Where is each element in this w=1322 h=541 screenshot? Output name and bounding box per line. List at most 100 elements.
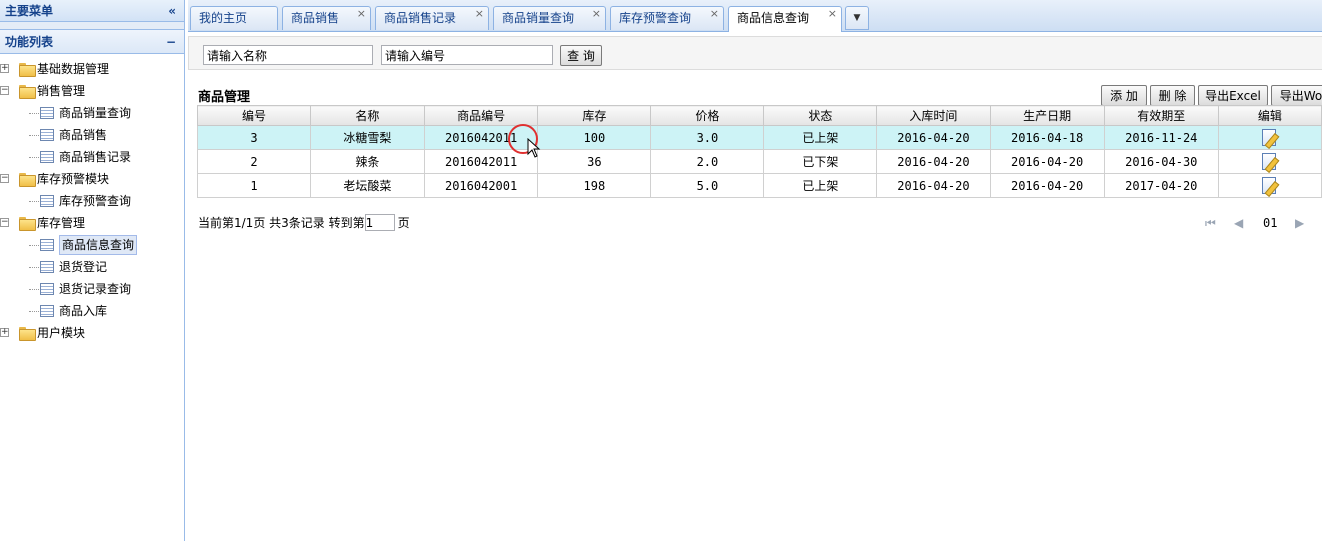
page-icon [40, 283, 54, 295]
sidebar-item-label: 退货登记 [59, 260, 108, 274]
delete-button[interactable]: 删 除 [1150, 85, 1195, 106]
column-header[interactable]: 名称 [309, 105, 425, 126]
prev-page-icon[interactable]: ◀ [1234, 216, 1243, 230]
page-icon [40, 129, 54, 141]
page-jump-input[interactable] [364, 214, 395, 231]
close-icon[interactable]: × [592, 3, 601, 25]
column-header[interactable]: 编号 [197, 105, 311, 126]
sidebar-item-label: 商品销售记录 [59, 150, 132, 164]
export-word-button[interactable]: 导出Wo [1271, 85, 1322, 106]
product-grid: 编号 名称 商品编号 库存 价格 状态 入库时间 生产日期 有效期至 编辑 3 冰糖雪梨 201604… [197, 105, 1322, 198]
tab[interactable]: 商品信息查询 × [728, 6, 842, 32]
sidebar-item[interactable]: − 库存预警模块 [0, 168, 184, 190]
sidebar-item[interactable]: + 用户模块 [0, 322, 184, 344]
column-header[interactable]: 状态 [763, 105, 878, 126]
column-header[interactable]: 库存 [537, 105, 652, 126]
edit-icon[interactable] [1261, 153, 1278, 170]
sidebar-item[interactable]: 商品销售 [0, 124, 184, 146]
tree-connector [29, 311, 39, 312]
expand-toggle-icon[interactable]: + [0, 64, 9, 73]
tab-bar: 我的主页 商品销售 × 商品销售记录 × 商品销量查询 × 库存预警查询 × 商品信息查询 × ▼ [188, 0, 1322, 32]
column-header[interactable]: 价格 [650, 105, 765, 126]
table-row[interactable]: 2 辣条 2016042011 36 2.0 已下架 2016-04-20 2016-04-2… [197, 149, 1322, 174]
tab[interactable]: 我的主页 [190, 6, 278, 30]
pager-info: 当前第1/1页 共3条记录 转到第 页 [198, 214, 410, 232]
tab[interactable]: 商品销售 × [282, 6, 371, 30]
sidebar-item-label: 退货记录查询 [59, 282, 132, 296]
search-bar: 查 询 [188, 36, 1322, 70]
sidebar-item-label: 基础数据管理 [37, 62, 110, 76]
add-button[interactable]: 添 加 [1101, 85, 1147, 106]
sidebar-item-label: 商品销量查询 [59, 106, 132, 120]
sidebar-item[interactable]: 退货记录查询 [0, 278, 184, 300]
sidebar-item[interactable]: 商品入库 [0, 300, 184, 322]
table-cell: 2016-04-20 [989, 149, 1105, 174]
close-icon[interactable]: × [710, 3, 719, 25]
sidebar-item[interactable]: 商品销售记录 [0, 146, 184, 168]
close-icon[interactable]: × [357, 3, 366, 25]
folder-icon [19, 217, 36, 231]
code-search-input[interactable] [381, 45, 553, 65]
sidebar-item[interactable]: − 销售管理 [0, 80, 184, 102]
page-icon [40, 151, 54, 163]
column-header[interactable]: 生产日期 [989, 105, 1105, 126]
sidebar-item-label: 库存预警模块 [37, 172, 110, 186]
sidebar-item[interactable]: + 基础数据管理 [0, 58, 184, 80]
collapse-toggle-icon[interactable]: − [0, 218, 9, 227]
edit-icon[interactable] [1261, 129, 1278, 146]
table-row[interactable]: 1 老坛酸菜 2016042001 198 5.0 已上架 2016-04-20 2016-0… [197, 173, 1322, 198]
grid-title: 商品管理 [198, 90, 251, 105]
table-cell: 2016-11-24 [1103, 125, 1219, 150]
table-cell: 100 [537, 125, 652, 150]
sidebar-item[interactable]: 退货登记 [0, 256, 184, 278]
table-cell: 已下架 [763, 149, 878, 174]
main-content: 我的主页 商品销售 × 商品销售记录 × 商品销量查询 × 库存预警查询 × 商品信息查询 × ▼ 查… [188, 0, 1322, 541]
close-icon[interactable]: × [475, 3, 484, 25]
tab-label: 商品销售记录 [384, 11, 457, 25]
folder-icon [19, 173, 36, 187]
table-cell: 3.0 [650, 125, 765, 150]
table-row[interactable]: 3 冰糖雪梨 2016042011 100 3.0 已上架 2016-04-20 2016-0… [197, 125, 1322, 150]
pager-text-after: 页 [397, 216, 410, 230]
column-header[interactable]: 入库时间 [876, 105, 991, 126]
tab[interactable]: 商品销量查询 × [493, 6, 606, 30]
edit-icon[interactable] [1261, 177, 1278, 194]
tab-menu-dropdown-icon[interactable]: ▼ [845, 6, 869, 30]
column-header[interactable]: 有效期至 [1103, 105, 1219, 126]
sidebar-item-label: 用户模块 [37, 326, 86, 340]
left-menu-panel: 主要菜单 « 功能列表 − + 基础数据管理 − 销售管理 商品销量查询 商品销售 商品销售… [0, 0, 185, 541]
edit-cell [1217, 149, 1322, 174]
tab[interactable]: 商品销售记录 × [375, 6, 489, 30]
next-page-icon[interactable]: ▶ [1295, 216, 1304, 230]
tab-label: 我的主页 [199, 11, 248, 25]
page-icon [40, 305, 54, 317]
sidebar-item[interactable]: 库存预警查询 [0, 190, 184, 212]
folder-icon [19, 327, 36, 341]
collapse-toggle-icon[interactable]: − [0, 86, 9, 95]
current-page-number: 01 [1263, 216, 1278, 230]
edit-cell [1217, 173, 1322, 198]
export-excel-button[interactable]: 导出Excel [1198, 85, 1268, 106]
tab[interactable]: 库存预警查询 × [610, 6, 724, 30]
tree-connector [29, 245, 39, 246]
table-cell: 1 [197, 173, 311, 198]
table-cell: 5.0 [650, 173, 765, 198]
close-icon[interactable]: × [828, 3, 837, 25]
folder-icon [19, 63, 36, 77]
minimize-icon[interactable]: − [166, 30, 176, 54]
collapse-toggle-icon[interactable]: − [0, 174, 9, 183]
menu-title: 主要菜单 [5, 4, 54, 18]
sidebar-item[interactable]: − 库存管理 [0, 212, 184, 234]
sidebar-item[interactable]: 商品信息查询 [0, 234, 184, 256]
name-search-input[interactable] [203, 45, 373, 65]
column-header[interactable]: 商品编号 [423, 105, 539, 126]
sidebar-item[interactable]: 商品销量查询 [0, 102, 184, 124]
search-button[interactable]: 查 询 [560, 45, 602, 66]
collapse-icon[interactable]: « [168, 0, 176, 22]
first-page-icon[interactable]: ⏮ [1205, 216, 1216, 231]
column-header[interactable]: 编辑 [1217, 105, 1322, 126]
sidebar-item-label: 库存管理 [37, 216, 86, 230]
table-cell: 2016-04-30 [1103, 149, 1219, 174]
expand-toggle-icon[interactable]: + [0, 328, 9, 337]
tree-connector [29, 157, 39, 158]
